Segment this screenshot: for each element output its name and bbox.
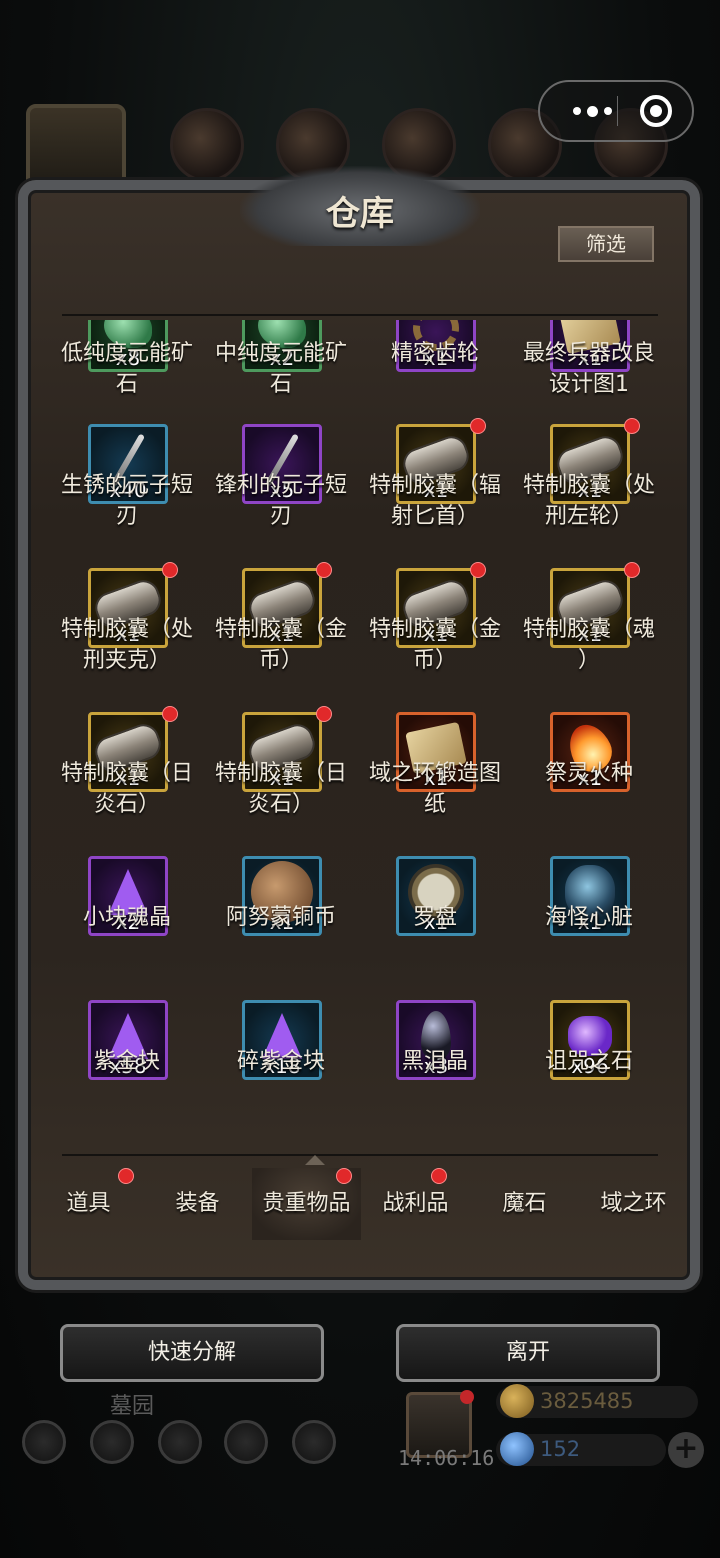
inventory-item[interactable]: x1 海怪心脏	[512, 856, 666, 986]
tab-4[interactable]: 魔石	[470, 1168, 579, 1240]
grid-bottom-divider	[62, 1154, 658, 1156]
tab-badge	[336, 1168, 352, 1184]
tab-label: 装备	[175, 1191, 220, 1216]
inventory-item[interactable]: x1 特制胶囊（日 炎石）	[204, 706, 358, 842]
item-name: 特制胶囊（日 炎石）	[214, 761, 347, 817]
tab-badge	[431, 1168, 447, 1184]
achievement-icon[interactable]	[90, 1420, 134, 1464]
item-name: 诅咒之石	[544, 1049, 633, 1074]
add-currency-icon[interactable]: +	[668, 1432, 704, 1468]
inventory-item[interactable]: x8 低纯度元能矿 石	[50, 320, 204, 422]
gold-coin-icon	[500, 1384, 534, 1418]
inventory-item[interactable]: x3 黑泪晶	[358, 1000, 512, 1130]
inventory-item[interactable]: x1 域之环锻造图 纸	[358, 712, 512, 842]
inventory-item[interactable]: x2 中纯度元能矿 石	[204, 320, 358, 422]
category-tabs: 道具 装备 贵重物品 战利品 魔石 域之环	[34, 1168, 686, 1240]
inventory-item[interactable]: x1 特制胶囊（魂 ）	[512, 562, 666, 698]
tab-label: 战利品	[382, 1191, 449, 1216]
grid-top-divider	[62, 314, 658, 316]
item-name: 阿努蒙铜币	[225, 905, 336, 930]
item-name: 特制胶囊（处 刑夹克）	[60, 617, 193, 673]
item-name: 黑泪晶	[401, 1049, 468, 1074]
inventory-item[interactable]: x18 碎紫金块	[204, 1000, 358, 1130]
item-name: 小块魂晶	[82, 905, 171, 930]
new-badge	[624, 562, 640, 578]
tab-0[interactable]: 道具	[34, 1168, 143, 1240]
item-name: 低纯度元能矿 石	[60, 341, 193, 397]
new-badge	[470, 562, 486, 578]
item-name: 特制胶囊（金 币）	[368, 617, 501, 673]
inventory-item[interactable]: x1 祭灵火种	[512, 712, 666, 842]
quick-decompose-button[interactable]: 快速分解	[60, 1324, 324, 1382]
gift-badge	[460, 1390, 474, 1404]
miniprogram-capsule	[538, 80, 694, 142]
inventory-item[interactable]: x96 诅咒之石	[512, 1000, 666, 1130]
new-badge	[316, 706, 332, 722]
item-name: 锋利的元子短 刃	[214, 473, 347, 529]
new-badge	[162, 562, 178, 578]
tab-badge	[118, 1168, 134, 1184]
item-name: 海怪心脏	[544, 905, 633, 930]
tab-1[interactable]: 装备	[143, 1168, 252, 1240]
item-name: 生锈的元子短 刃	[60, 473, 193, 529]
guild-icon[interactable]	[158, 1420, 202, 1464]
inventory-item[interactable]: x1 最终兵器改良 设计图1	[512, 320, 666, 422]
more-menu-button[interactable]	[562, 82, 622, 140]
new-badge	[470, 418, 486, 434]
map-icon[interactable]	[292, 1420, 336, 1464]
item-name: 特制胶囊（辐 射匕首）	[368, 473, 501, 529]
settings-icon[interactable]	[22, 1420, 66, 1464]
tab-2[interactable]: 贵重物品	[252, 1168, 361, 1240]
item-name: 碎紫金块	[236, 1049, 325, 1074]
filter-button[interactable]: 筛选	[558, 226, 654, 262]
inventory-item[interactable]: x1 特制胶囊（金 币）	[358, 562, 512, 698]
inventory-item[interactable]: x5 锋利的元子短 刃	[204, 424, 358, 554]
inventory-item[interactable]: x1 特制胶囊（处 刑夹克）	[50, 562, 204, 698]
inventory-item[interactable]: x1 特制胶囊（辐 射匕首）	[358, 418, 512, 554]
item-name: 祭灵火种	[544, 761, 633, 786]
item-name: 特制胶囊（日 炎石）	[60, 761, 193, 817]
item-name: 精密齿轮	[390, 341, 479, 366]
gem-icon	[500, 1432, 534, 1466]
panel-title: 仓库	[326, 194, 394, 234]
new-badge	[162, 706, 178, 722]
inventory-item[interactable]: x1 罗盘	[358, 856, 512, 986]
tab-label: 魔石	[502, 1191, 547, 1216]
item-name: 罗盘	[412, 905, 457, 930]
item-name: 中纯度元能矿 石	[214, 341, 347, 397]
tab-label: 道具	[66, 1191, 111, 1216]
item-name: 特制胶囊（魂 ）	[522, 617, 655, 673]
game-clock: 14:06:16	[398, 1446, 495, 1470]
top-tab-bag[interactable]	[170, 108, 244, 182]
new-badge	[316, 562, 332, 578]
tab-3[interactable]: 战利品	[361, 1168, 470, 1240]
item-name: 紫金块	[93, 1049, 160, 1074]
inventory-item[interactable]: x1 特制胶囊（日 炎石）	[50, 706, 204, 842]
item-name: 特制胶囊（处 刑左轮）	[522, 473, 655, 529]
tab-label: 域之环	[600, 1191, 667, 1216]
area-name: 墓园	[110, 1394, 155, 1419]
inventory-item[interactable]: x40 生锈的元子短 刃	[50, 424, 204, 554]
inventory-item[interactable]: x58 紫金块	[50, 1000, 204, 1130]
leave-button[interactable]: 离开	[396, 1324, 660, 1382]
gold-amount: 3825485	[540, 1389, 634, 1413]
close-miniprogram-button[interactable]	[640, 95, 672, 127]
inventory-item[interactable]: x1 特制胶囊（处 刑左轮）	[512, 418, 666, 554]
tab-label: 贵重物品	[262, 1191, 351, 1216]
gem-amount: 152	[540, 1437, 581, 1461]
item-name: 域之环锻造图 纸	[368, 761, 501, 817]
inventory-item[interactable]: x1 特制胶囊（金 币）	[204, 562, 358, 698]
new-badge	[624, 418, 640, 434]
item-grid[interactable]: x8 低纯度元能矿 石 x2 中纯度元能矿 石 x1 精密齿轮 x1 最终兵器改良 设计图1 x…	[50, 320, 670, 1152]
inventory-item[interactable]: x2 小块魂晶	[50, 856, 204, 986]
tab-5[interactable]: 域之环	[579, 1168, 688, 1240]
inventory-item[interactable]: x1 阿努蒙铜币	[204, 856, 358, 986]
scroll-up-indicator	[305, 1155, 325, 1165]
item-name: 特制胶囊（金 币）	[214, 617, 347, 673]
mail-icon[interactable]	[224, 1420, 268, 1464]
item-name: 最终兵器改良 设计图1	[522, 341, 655, 397]
inventory-item[interactable]: x1 精密齿轮	[358, 320, 512, 422]
capsule-separator	[617, 96, 618, 126]
